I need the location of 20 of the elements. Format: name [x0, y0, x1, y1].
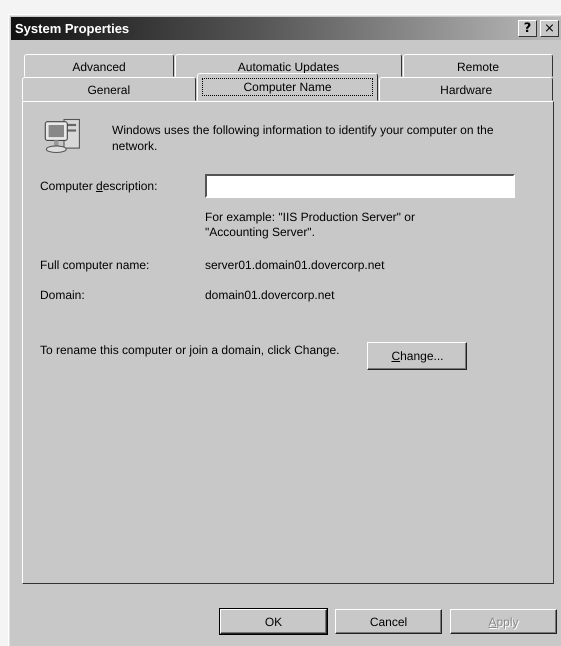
tab[interactable]: General — [22, 77, 196, 101]
field-label: Full computer name: — [40, 258, 150, 272]
help-button[interactable]: ? — [518, 20, 537, 37]
tab[interactable]: Remote — [403, 54, 553, 77]
tab[interactable]: Computer Name — [196, 73, 378, 101]
close-button[interactable]: × — [540, 20, 559, 37]
tab[interactable]: Advanced — [24, 54, 174, 77]
change-button[interactable]: Change... — [367, 342, 468, 370]
field-value: domain01.dovercorp.net — [205, 288, 336, 302]
description-field[interactable] — [205, 174, 515, 198]
dialog-button[interactable]: Cancel — [335, 609, 442, 634]
tab[interactable]: Hardware — [379, 77, 553, 101]
example-text: For example: "IIS Production Server" or "Accounting Server". — [205, 210, 416, 240]
dialog-button[interactable]: OK — [220, 609, 327, 634]
rename-text: To rename this computer or join a domain, click Change. — [40, 343, 340, 357]
field-label: Domain: — [40, 288, 86, 302]
field-label: Computer description: — [40, 179, 158, 193]
intro-text: Windows uses the following information to identify your computer on the network. — [112, 122, 495, 154]
window-title: System Properties — [15, 21, 130, 36]
field-value: server01.domain01.dovercorp.net — [205, 258, 386, 272]
